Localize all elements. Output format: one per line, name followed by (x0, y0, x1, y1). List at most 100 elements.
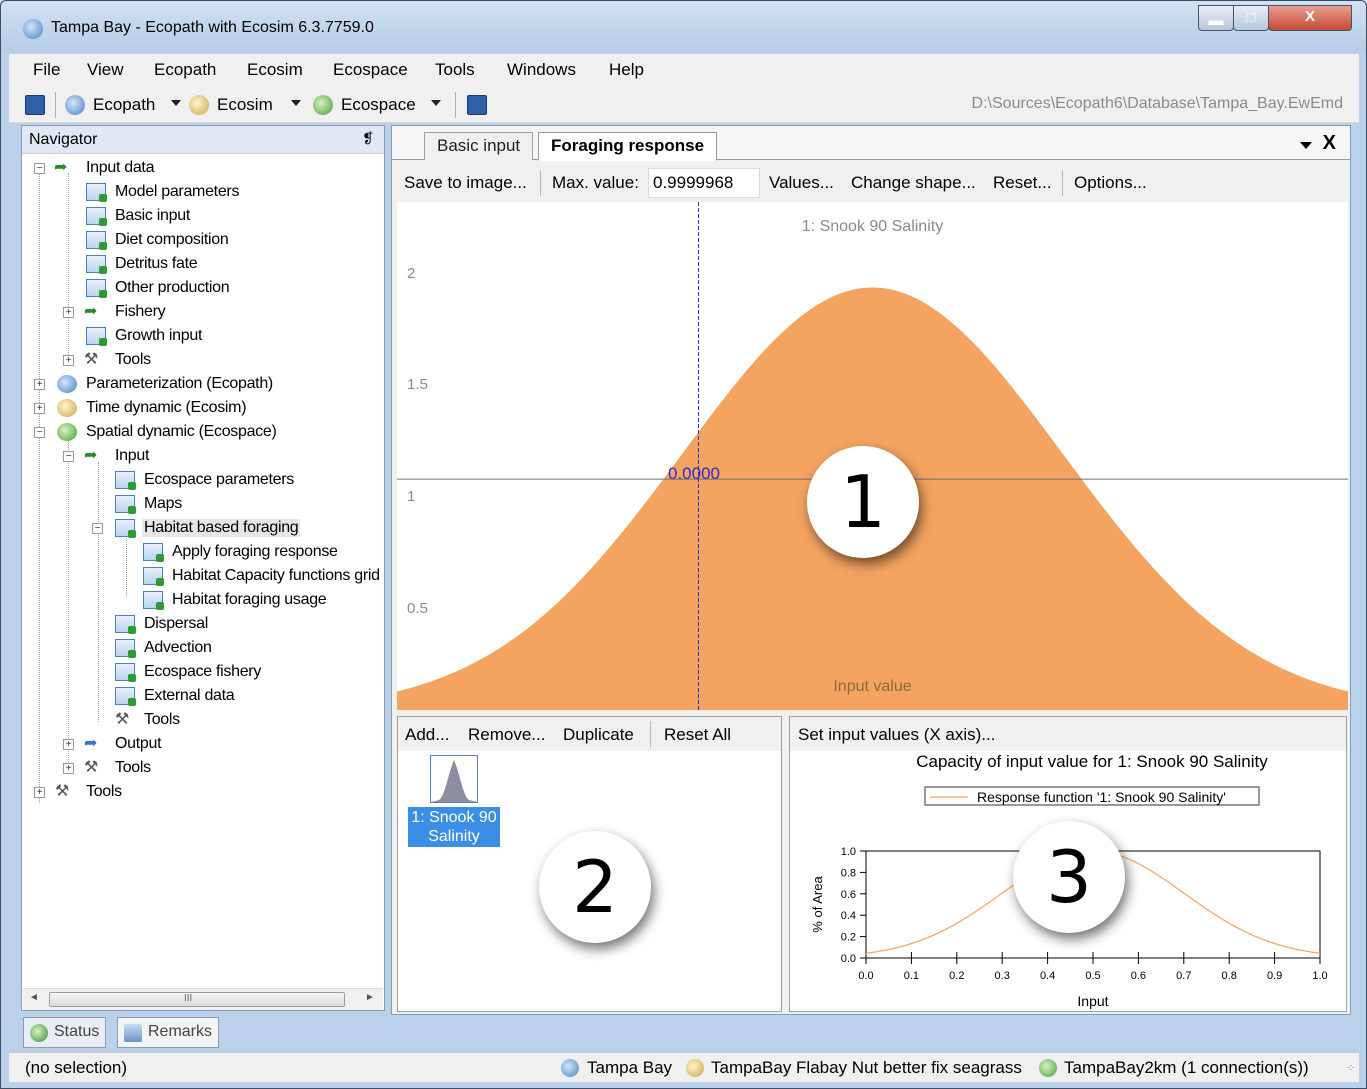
capacity-y-tick-label: 0.2 (841, 932, 856, 944)
collapse-icon[interactable]: − (34, 427, 45, 438)
ecospace-button[interactable]: Ecospace (341, 95, 416, 115)
tree-item-label: Maps (144, 495, 182, 512)
resize-grip-icon[interactable]: ⁘ (1347, 1063, 1355, 1074)
ecosim-scenario-status[interactable]: TampaBay Flabay Nut better fix seagrass (711, 1058, 1022, 1078)
tree-item-ecospace-tools[interactable]: + ⚒ Tools (22, 757, 384, 781)
ecospace-dropdown-icon[interactable] (431, 100, 441, 106)
ecosim-icon[interactable] (189, 95, 209, 115)
reset-button[interactable]: Reset... (993, 173, 1052, 193)
minimize-button[interactable]: ▬ (1198, 5, 1234, 31)
menu-tools[interactable]: Tools (435, 60, 475, 80)
tree-item-model-parameters[interactable]: Model parameters (22, 181, 384, 205)
max-value-input[interactable] (648, 168, 760, 198)
duplicate-shape-button[interactable]: Duplicate (563, 725, 634, 745)
expand-icon[interactable]: + (63, 763, 74, 774)
expand-icon[interactable]: + (63, 355, 74, 366)
menu-ecosim[interactable]: Ecosim (247, 60, 303, 80)
save-icon[interactable] (25, 95, 45, 115)
menu-help[interactable]: Help (609, 60, 644, 80)
tree-item-other-production[interactable]: Other production (22, 277, 384, 301)
scrollbar-thumb[interactable]: III (49, 992, 345, 1007)
tree-item-habitat-based-foraging[interactable]: − Habitat based foraging (22, 517, 384, 541)
tree-item-label: Fishery (115, 303, 166, 320)
tree-item-diet-composition[interactable]: Diet composition (22, 229, 384, 253)
tree-item-detritus-fate[interactable]: Detritus fate (22, 253, 384, 277)
tree-item-fishery[interactable]: + ➦ Fishery (22, 301, 384, 325)
expand-icon[interactable]: + (34, 403, 45, 414)
tree-item-label: Habitat foraging usage (172, 591, 327, 608)
shape-thumbnail-item[interactable]: 1: Snook 90 Salinity (408, 753, 500, 849)
cursor-value-readout: 0.0000 (668, 464, 720, 483)
tree-item-ecospace-fishery[interactable]: Ecospace fishery (22, 661, 384, 685)
scroll-right-icon[interactable]: ► (365, 992, 375, 1003)
set-input-values-button[interactable]: Set input values (X axis)... (798, 725, 995, 745)
tree-item-time-dynamic[interactable]: + Time dynamic (Ecosim) (22, 397, 384, 421)
ecosim-button[interactable]: Ecosim (217, 95, 273, 115)
tree-item-output[interactable]: + ➦ Output (22, 733, 384, 757)
capacity-x-tick-label: 0.0 (858, 970, 873, 982)
ecopath-dropdown-icon[interactable] (171, 100, 181, 106)
collapse-icon[interactable]: − (92, 523, 103, 534)
tree-item-tools[interactable]: + ⚒ Tools (22, 349, 384, 373)
tree-item-external-data[interactable]: External data (22, 685, 384, 709)
expand-icon[interactable]: + (34, 787, 45, 798)
save-all-icon[interactable] (467, 95, 487, 115)
tab-status[interactable]: Status (23, 1017, 107, 1048)
expand-icon[interactable]: + (34, 379, 45, 390)
collapse-icon[interactable]: − (34, 163, 45, 174)
ecopath-icon[interactable] (65, 95, 85, 115)
remove-shape-button[interactable]: Remove... (468, 725, 545, 745)
tree-item-input-tools[interactable]: ⚒ Tools (22, 709, 384, 733)
tree-item-input-data[interactable]: − ➦ Input data (22, 157, 384, 181)
tab-basic-input[interactable]: Basic input (424, 132, 534, 160)
scroll-left-icon[interactable]: ◄ (29, 992, 39, 1003)
tree-item-parameterization[interactable]: + Parameterization (Ecopath) (22, 373, 384, 397)
close-button[interactable]: X (1268, 5, 1352, 31)
options-button[interactable]: Options... (1074, 173, 1147, 193)
tree-item-basic-input[interactable]: Basic input (22, 205, 384, 229)
tree-item-apply-foraging-response[interactable]: Apply foraging response (22, 541, 384, 565)
menu-windows[interactable]: Windows (507, 60, 576, 80)
close-tab-icon[interactable]: X (1323, 132, 1336, 155)
tree-item-ecospace-parameters[interactable]: Ecospace parameters (22, 469, 384, 493)
ecospace-scenario-status[interactable]: TampaBay2km (1 connection(s)) (1064, 1058, 1309, 1078)
tree-item-dispersal[interactable]: Dispersal (22, 613, 384, 637)
tools-icon: ⚒ (115, 711, 130, 728)
form-icon (115, 663, 136, 682)
tab-foraging-response[interactable]: Foraging response (538, 132, 718, 161)
tree-item-growth-input[interactable]: Growth input (22, 325, 384, 349)
reset-all-button[interactable]: Reset All (664, 725, 731, 745)
add-shape-button[interactable]: Add... (405, 725, 449, 745)
tab-list-dropdown-icon[interactable] (1300, 142, 1312, 149)
collapse-icon[interactable]: − (63, 451, 74, 462)
horizontal-scrollbar[interactable]: ◄ III ► (23, 988, 383, 1010)
menu-view[interactable]: View (87, 60, 124, 80)
expand-icon[interactable]: + (63, 739, 74, 750)
tab-remarks[interactable]: Remarks (117, 1017, 220, 1048)
values-button[interactable]: Values... (769, 173, 834, 193)
capacity-y-tick-label: 1.0 (841, 846, 856, 858)
tree-item-input[interactable]: − ➦ Input (22, 445, 384, 469)
menu-ecospace[interactable]: Ecospace (333, 60, 408, 80)
save-to-image-button[interactable]: Save to image... (404, 173, 527, 193)
tree-item-habitat-capacity-functions[interactable]: Habitat Capacity functions grid (22, 565, 384, 589)
tree-item-maps[interactable]: Maps (22, 493, 384, 517)
shape-editor-chart[interactable]: 1: Snook 90 Salinity 2 1.5 1 0.5 0.0000 … (397, 202, 1348, 710)
shape-thumbnail-label: 1: Snook 90 Salinity (408, 807, 500, 847)
tree-item-habitat-foraging-usage[interactable]: Habitat foraging usage (22, 589, 384, 613)
ecospace-icon[interactable] (313, 95, 333, 115)
tree-item-spatial-dynamic[interactable]: − Spatial dynamic (Ecospace) (22, 421, 384, 445)
menu-ecopath[interactable]: Ecopath (154, 60, 216, 80)
maximize-button[interactable]: □ (1233, 5, 1269, 31)
expand-icon[interactable]: + (63, 307, 74, 318)
change-shape-button[interactable]: Change shape... (851, 173, 976, 193)
pin-icon[interactable]: ❡ (362, 130, 374, 147)
form-icon (143, 543, 164, 562)
menu-file[interactable]: File (33, 60, 60, 80)
ecopath-model-status[interactable]: Tampa Bay (587, 1058, 672, 1078)
tree-item-advection[interactable]: Advection (22, 637, 384, 661)
ecopath-button[interactable]: Ecopath (93, 95, 155, 115)
tree-item-root-tools[interactable]: + ⚒ Tools (22, 781, 384, 805)
ecosim-dropdown-icon[interactable] (291, 100, 301, 106)
tree-item-label: Other production (115, 279, 230, 296)
